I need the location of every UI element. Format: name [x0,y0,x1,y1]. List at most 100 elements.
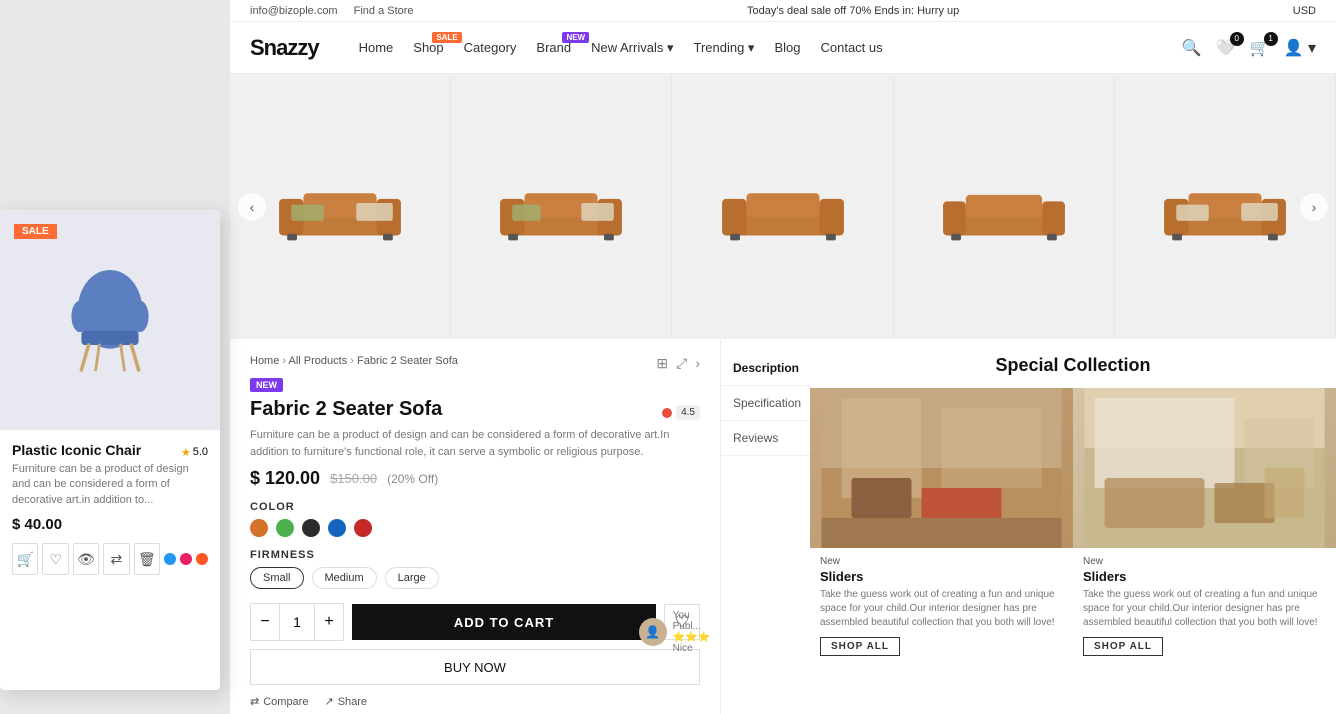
shop-all-button-2[interactable]: SHOP ALL [1083,637,1163,656]
qty-decrease[interactable]: − [251,604,279,640]
reviewer-info: 👤 You Publ... ⭐⭐⭐ Nice [639,610,710,654]
card-rating-value: 5.0 [193,446,208,458]
collection-grid: New Sliders Take the guess work out of c… [810,388,1336,703]
collection-desc-2: Take the guess work out of creating a fu… [1083,588,1326,630]
color-red[interactable] [354,519,372,537]
shop-sale-badge: SALE [432,32,461,43]
quantity-control: − + [250,603,344,641]
carousel-prev[interactable]: ‹ [238,193,266,221]
breadcrumb: Home › All Products › Fabric 2 Seater So… [250,355,458,367]
top-bar-left: info@bizople.com Find a Store [250,5,414,17]
price-current: $ 120.00 [250,468,320,489]
card-delete-button[interactable]: 🗑 [134,543,160,575]
quantity-input[interactable] [279,604,315,640]
add-to-cart-button[interactable]: ADD TO CART [352,604,656,640]
nav-brand[interactable]: Brand NEW [536,40,571,55]
user-icon[interactable]: 👤 ▾ [1284,38,1316,58]
nav-contact[interactable]: Contact us [820,40,882,55]
color-blue[interactable] [328,519,346,537]
collection-info-top-left: New Sliders Take the guess work out of c… [810,548,1073,664]
firmness-small[interactable]: Small [250,567,304,589]
card-color-orange[interactable] [196,553,208,565]
color-options [250,519,700,537]
chevron-right-icon[interactable]: › [695,355,700,372]
product-title: Fabric 2 Seater Sofa [250,398,442,421]
card-product-image [0,210,220,430]
qty-increase[interactable]: + [315,604,343,640]
expand-icon[interactable]: ⤢ [676,355,687,372]
card-info: Plastic Iconic Chair ★ 5.0 Furniture can… [0,430,220,587]
shop-all-button-1[interactable]: SHOP ALL [820,637,900,656]
card-product-title: Plastic Iconic Chair [12,442,141,458]
collection-badge-2: New [1083,556,1326,567]
carousel-next[interactable]: › [1300,193,1328,221]
product-actions: ⇄ Compare ↗ Share [250,695,700,708]
add-to-cart-row: − + ADD TO CART ♡ [250,603,700,641]
firmness-label: FIRMNESS [250,549,700,561]
nav-category[interactable]: Category [464,40,517,55]
product-price: $ 120.00 $150.00 (20% Off) [250,468,700,489]
logo[interactable]: Snazzy [250,35,319,61]
tab-reviews[interactable]: Reviews [721,421,810,456]
reviewer-text: You Publ... ⭐⭐⭐ Nice [673,610,710,654]
search-icon[interactable]: 🔍 [1182,38,1202,58]
breadcrumb-all-products[interactable]: All Products [289,355,348,367]
card-view-button[interactable]: 👁 [73,543,99,575]
card-star-icon: ★ [181,446,191,459]
cart-badge: 1 [1264,32,1278,46]
collection-info-top-right: New Sliders Take the guess work out of c… [1073,548,1336,664]
product-card-overlay: SALE Plastic Iconic Chair ★ 5.0 Furnitur… [0,210,220,690]
card-sale-badge: SALE [14,224,57,239]
firmness-options: Small Medium Large [250,567,700,589]
price-discount: (20% Off) [387,472,438,486]
nav-home[interactable]: Home [359,40,394,55]
rating-value: 4.5 [676,405,700,420]
card-color-options [164,553,208,565]
buy-now-button[interactable]: BUY NOW [250,649,700,685]
nav-blog[interactable]: Blog [774,40,800,55]
compare-action[interactable]: ⇄ Compare [250,695,308,708]
color-orange[interactable] [250,519,268,537]
breadcrumb-home[interactable]: Home [250,355,279,367]
collection-badge-1: New [820,556,1063,567]
carousel-image-2[interactable] [451,74,672,339]
nav-shop[interactable]: Shop SALE [413,40,443,55]
collection-right: New Sliders Take the guess work out of c… [1073,388,1336,703]
color-green[interactable] [276,519,294,537]
tab-description[interactable]: Description [721,351,810,386]
card-compare-button[interactable]: ⇄ [103,543,129,575]
card-color-pink[interactable] [180,553,192,565]
nav-new-arrivals[interactable]: New Arrivals ▾ [591,40,673,56]
product-carousel: ‹ [230,74,1336,339]
cart-icon[interactable]: 🛒 1 [1250,38,1270,58]
collection-image-top-right[interactable] [1073,388,1336,548]
card-color-blue[interactable] [164,553,176,565]
main-nav: Home Shop SALE Category Brand NEW New Ar… [359,40,1182,56]
find-store-link[interactable]: Find a Store [354,5,414,17]
rating-dot [662,408,672,418]
card-cart-button[interactable]: 🛒 [12,543,38,575]
reviewer-avatar: 👤 [639,618,667,646]
color-dark[interactable] [302,519,320,537]
email-link[interactable]: info@bizople.com [250,5,338,17]
collection-name-1: Sliders [820,569,1063,584]
firmness-medium[interactable]: Medium [312,567,377,589]
nav-trending[interactable]: Trending ▾ [693,40,754,56]
card-wishlist-button[interactable]: ♡ [42,543,68,575]
tab-specification[interactable]: Specification [721,386,810,421]
share-action[interactable]: ↗ Share [324,695,367,708]
product-description: Furniture can be a product of design and… [250,427,700,460]
collection-desc-1: Take the guess work out of creating a fu… [820,588,1063,630]
collection-image-top-left[interactable] [810,388,1073,548]
top-bar: info@bizople.com Find a Store Today's de… [230,0,1336,22]
firmness-large[interactable]: Large [385,567,439,589]
currency-selector[interactable]: USD [1293,5,1316,17]
product-tabs: Description Specification Reviews [720,339,810,714]
view-grid-icon[interactable]: ⊞ [656,355,668,372]
wishlist-badge: 0 [1230,32,1244,46]
collection-left: New Sliders Take the guess work out of c… [810,388,1073,703]
wishlist-icon[interactable]: 🤍 0 [1216,38,1236,58]
carousel-image-4[interactable] [894,74,1115,339]
carousel-image-3[interactable] [672,74,893,339]
carousel-images [230,74,1336,339]
